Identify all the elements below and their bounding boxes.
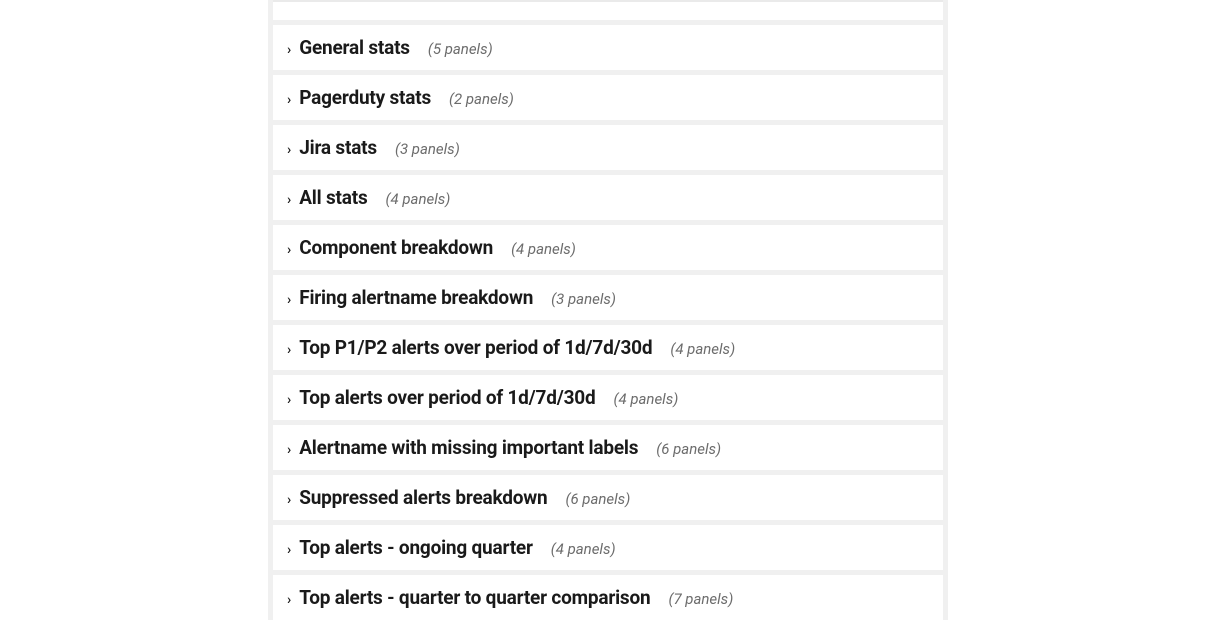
chevron-right-icon: › [287,393,291,407]
panel-count: (2 panels) [449,90,514,108]
row-top-alerts-period[interactable]: › Top alerts over period of 1d/7d/30d (4… [273,375,943,420]
chevron-right-icon: › [287,543,291,557]
row-title: Suppressed alerts breakdown [299,486,547,509]
row-title: Firing alertname breakdown [299,286,533,309]
row-top-p1-p2-alerts[interactable]: › Top P1/P2 alerts over period of 1d/7d/… [273,325,943,370]
dashboard-rows-container: › General stats (5 panels) › Pagerduty s… [268,0,948,620]
chevron-right-icon: › [287,293,291,307]
chevron-right-icon: › [287,493,291,507]
chevron-right-icon: › [287,243,291,257]
row-firing-alertname-breakdown[interactable]: › Firing alertname breakdown (3 panels) [273,275,943,320]
row-alertname-missing-labels[interactable]: › Alertname with missing important label… [273,425,943,470]
chevron-right-icon: › [287,43,291,57]
row-title: Jira stats [299,136,377,159]
row-all-stats[interactable]: › All stats (4 panels) [273,175,943,220]
panel-count: (5 panels) [428,40,493,58]
panel-count: (4 panels) [551,540,616,558]
row-jira-stats[interactable]: › Jira stats (3 panels) [273,125,943,170]
row-title: Alertname with missing important labels [299,436,638,459]
row-title: All stats [299,186,367,209]
panel-count: (7 panels) [668,590,733,608]
row-top-alerts-ongoing-quarter[interactable]: › Top alerts - ongoing quarter (4 panels… [273,525,943,570]
panel-count: (6 panels) [565,490,630,508]
panel-count: (4 panels) [670,340,735,358]
panel-count: (3 panels) [395,140,460,158]
chevron-right-icon: › [287,443,291,457]
spacer [273,0,943,20]
row-component-breakdown[interactable]: › Component breakdown (4 panels) [273,225,943,270]
row-top-alerts-quarter-comparison[interactable]: › Top alerts - quarter to quarter compar… [273,575,943,620]
row-title: General stats [299,36,410,59]
row-general-stats[interactable]: › General stats (5 panels) [273,25,943,70]
panel-count: (3 panels) [551,290,616,308]
chevron-right-icon: › [287,343,291,357]
row-pagerduty-stats[interactable]: › Pagerduty stats (2 panels) [273,75,943,120]
panel-count: (6 panels) [656,440,721,458]
chevron-right-icon: › [287,143,291,157]
row-title: Component breakdown [299,236,493,259]
row-suppressed-alerts-breakdown[interactable]: › Suppressed alerts breakdown (6 panels) [273,475,943,520]
row-title: Top alerts over period of 1d/7d/30d [299,386,595,409]
panel-count: (4 panels) [386,190,451,208]
chevron-right-icon: › [287,193,291,207]
row-title: Top alerts - ongoing quarter [299,536,533,559]
row-title: Top P1/P2 alerts over period of 1d/7d/30… [299,336,652,359]
chevron-right-icon: › [287,593,291,607]
panel-count: (4 panels) [511,240,576,258]
panel-count: (4 panels) [613,390,678,408]
chevron-right-icon: › [287,93,291,107]
row-title: Top alerts - quarter to quarter comparis… [299,586,650,609]
row-title: Pagerduty stats [299,86,431,109]
